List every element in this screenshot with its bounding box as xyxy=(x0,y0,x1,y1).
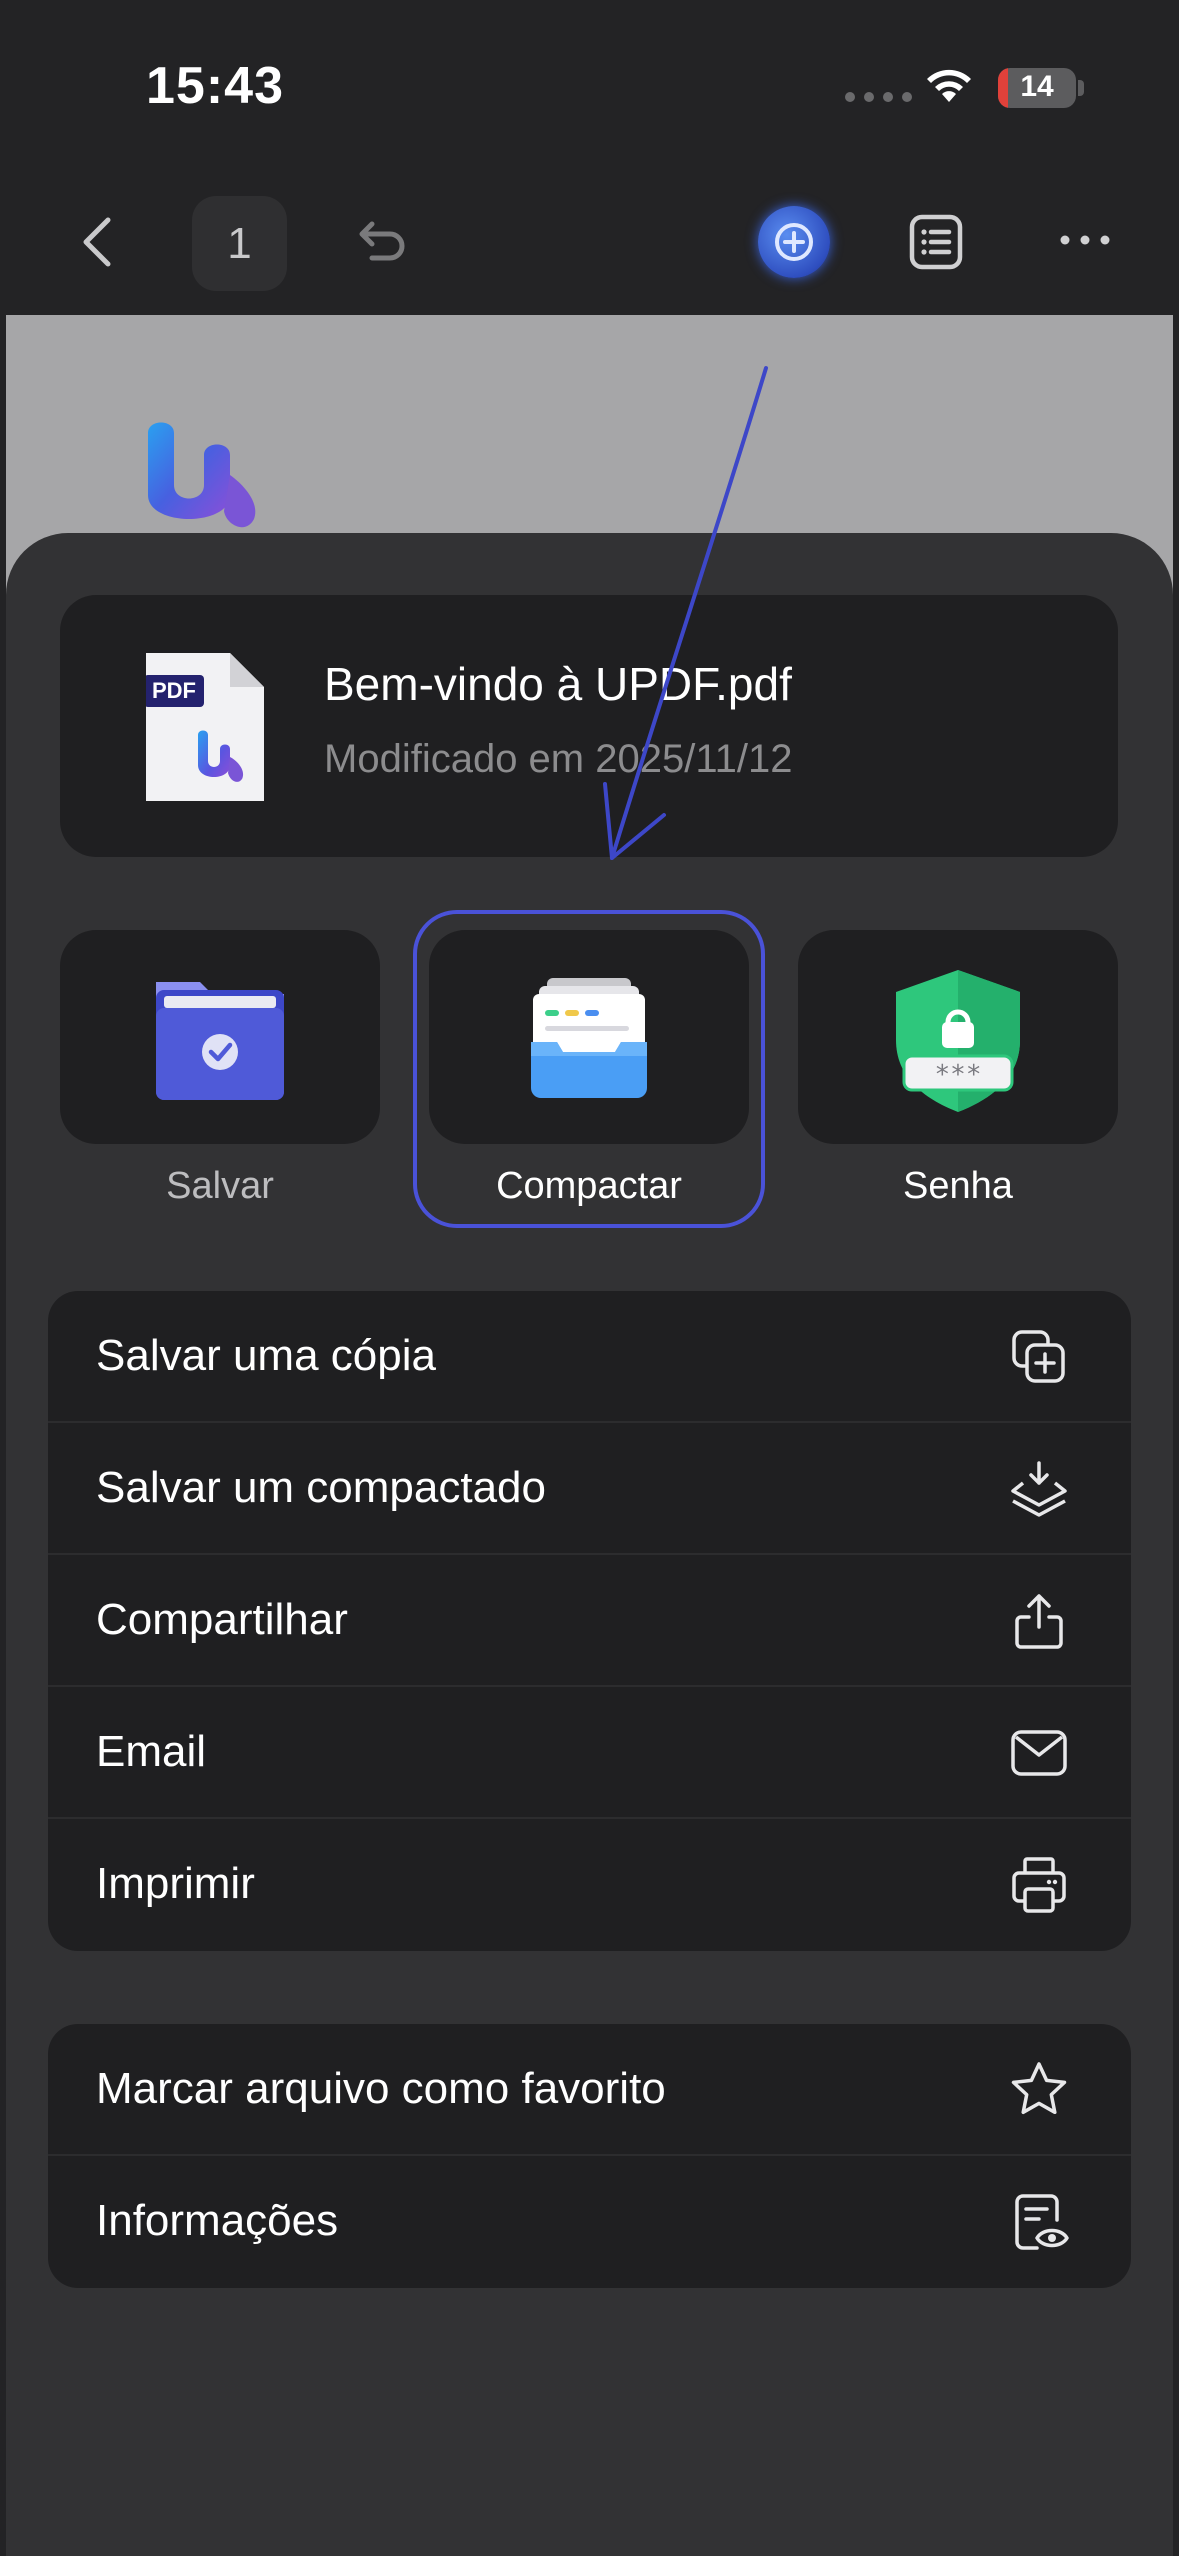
shield-lock-icon: *** xyxy=(896,970,1020,1112)
email-item[interactable]: Email xyxy=(48,1687,1131,1819)
page-number-button[interactable]: 1 xyxy=(192,196,287,291)
favorite-label: Marcar arquivo como favorito xyxy=(96,2064,666,2113)
document-eye-icon xyxy=(1015,2194,1069,2250)
info-item[interactable]: Informações xyxy=(48,2156,1131,2288)
password-mask: *** xyxy=(935,1060,982,1090)
print-label: Imprimir xyxy=(96,1859,255,1908)
file-name: Bem-vindo à UPDF.pdf xyxy=(324,658,792,710)
printer-icon xyxy=(1012,1857,1066,1913)
outline-list-icon[interactable] xyxy=(906,212,966,272)
info-label: Informações xyxy=(96,2196,339,2245)
save-tile[interactable] xyxy=(60,930,380,1144)
wifi-icon xyxy=(927,69,971,102)
save-copy-label: Salvar uma cópia xyxy=(96,1331,436,1380)
save-label: Salvar xyxy=(166,1165,274,1207)
document-toolbar: 1 xyxy=(0,170,1179,315)
favorite-item[interactable]: Marcar arquivo como favorito xyxy=(48,2024,1131,2156)
copy-plus-icon xyxy=(1012,1330,1065,1383)
print-item[interactable]: Imprimir xyxy=(48,1819,1131,1951)
pdf-badge: PDF xyxy=(152,678,196,703)
mail-icon xyxy=(1011,1730,1067,1776)
save-compressed-label: Salvar um compactado xyxy=(96,1463,546,1512)
share-label: Compartilhar xyxy=(96,1595,348,1644)
save-copy-item[interactable]: Salvar uma cópia xyxy=(48,1291,1131,1423)
file-actions-menu: Salvar uma cópia Salvar um compactado Co… xyxy=(48,1291,1131,1951)
status-bar: 15:43 14 xyxy=(0,0,1179,170)
pdf-file-icon: PDF xyxy=(146,653,264,801)
battery-icon: 14 xyxy=(998,68,1076,108)
star-icon xyxy=(1011,2062,1067,2115)
back-chevron-icon[interactable] xyxy=(70,212,130,272)
password-label: Senha xyxy=(903,1165,1013,1207)
layers-download-icon xyxy=(1011,1461,1067,1517)
email-label: Email xyxy=(96,1727,207,1776)
save-compressed-item[interactable]: Salvar um compactado xyxy=(48,1423,1131,1555)
more-options-icon[interactable] xyxy=(1055,225,1115,255)
file-info-card: PDF Bem-vindo à UPDF.pdf Modificado em 2… xyxy=(60,595,1118,857)
battery-level: 14 xyxy=(1020,70,1054,103)
file-extra-menu: Marcar arquivo como favorito Informações xyxy=(48,2024,1131,2288)
share-icon xyxy=(1015,1594,1063,1649)
cellular-signal-icon xyxy=(845,92,912,102)
ai-assistant-icon[interactable] xyxy=(758,206,830,278)
updf-logo-icon xyxy=(148,422,256,528)
undo-icon[interactable] xyxy=(350,212,410,272)
compress-highlight-annotation xyxy=(413,910,765,1228)
share-item[interactable]: Compartilhar xyxy=(48,1555,1131,1687)
status-time: 15:43 xyxy=(146,57,284,115)
password-tile[interactable]: *** xyxy=(798,930,1118,1144)
folder-check-icon xyxy=(156,982,284,1100)
file-modified-date: Modificado em 2025/11/12 xyxy=(324,737,793,781)
